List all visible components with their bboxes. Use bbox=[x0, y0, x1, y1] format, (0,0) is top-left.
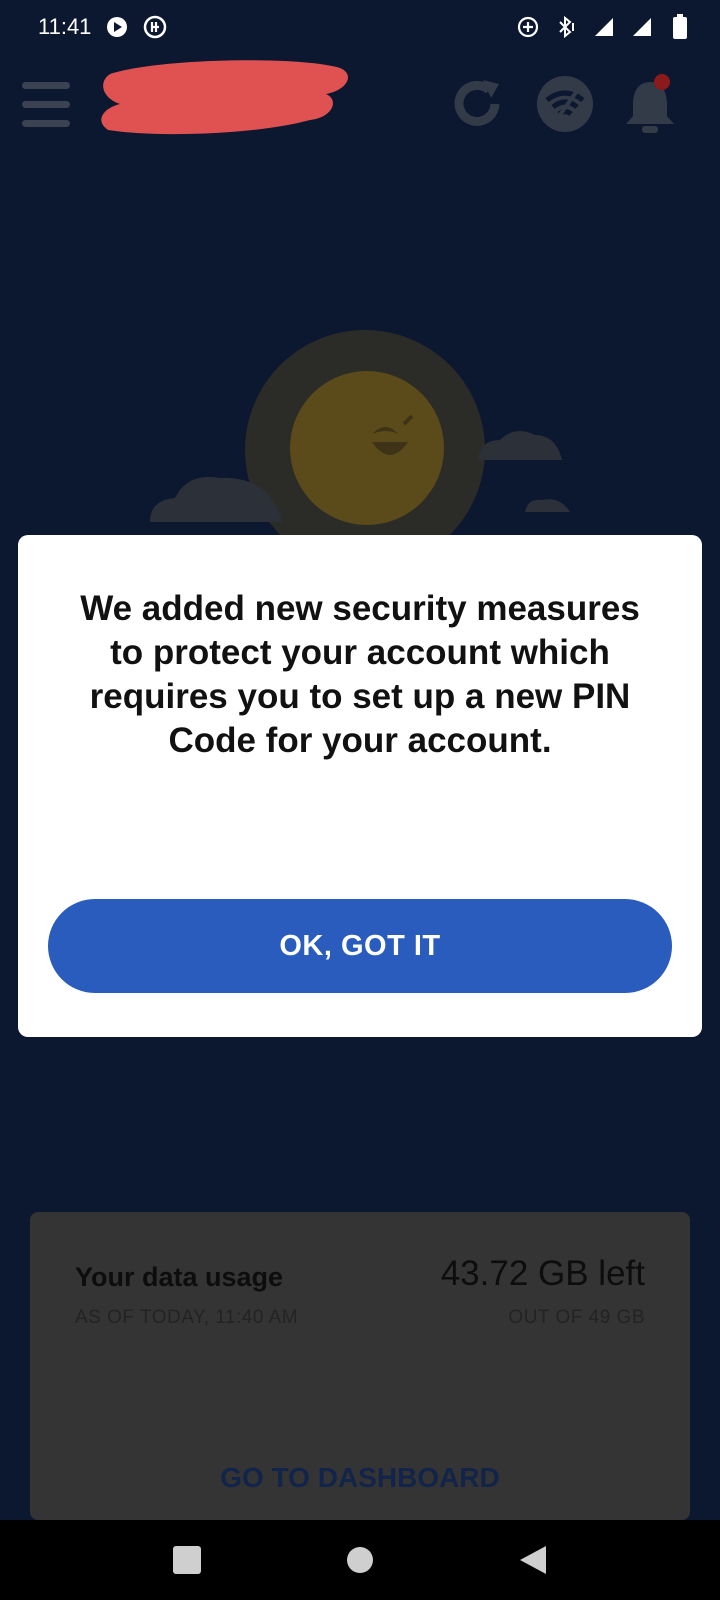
square-icon[interactable] bbox=[163, 1536, 211, 1584]
refresh-icon[interactable] bbox=[447, 74, 507, 134]
dialog-message: We added new security measures to protec… bbox=[80, 589, 640, 760]
circle-icon[interactable] bbox=[336, 1536, 384, 1584]
signal-icon bbox=[630, 15, 654, 39]
redacted-account-name bbox=[100, 60, 352, 140]
wifi-icon[interactable] bbox=[535, 74, 595, 134]
go-to-dashboard-link[interactable]: GO TO DASHBOARD bbox=[30, 1462, 690, 1494]
usage-remaining: 43.72 GB left bbox=[440, 1254, 645, 1293]
back-triangle-icon[interactable] bbox=[509, 1536, 557, 1584]
status-left: 11:41 bbox=[38, 14, 167, 40]
usage-total: OUT OF 49 GB bbox=[508, 1307, 645, 1328]
security-pin-dialog: We added new security measures to protec… bbox=[18, 535, 702, 1037]
ok-got-it-button[interactable]: OK, GOT IT bbox=[48, 899, 672, 993]
sun-illustration bbox=[0, 300, 720, 570]
usage-title: Your data usage bbox=[75, 1262, 284, 1292]
app-notification-icon bbox=[143, 15, 167, 39]
app-header bbox=[0, 60, 720, 150]
battery-icon bbox=[668, 14, 692, 39]
bluetooth-icon bbox=[554, 15, 578, 39]
status-bar: 11:41 bbox=[0, 0, 720, 54]
data-usage-card: Your data usage AS OF TODAY, 11:40 AM 43… bbox=[30, 1212, 690, 1520]
status-right bbox=[516, 14, 692, 39]
status-time: 11:41 bbox=[38, 14, 92, 39]
hamburger-icon[interactable] bbox=[22, 82, 70, 128]
system-nav-bar bbox=[0, 1520, 720, 1600]
usage-as-of: AS OF TODAY, 11:40 AM bbox=[75, 1307, 299, 1328]
bell-icon[interactable] bbox=[620, 74, 680, 134]
notification-dot bbox=[654, 74, 670, 90]
play-icon bbox=[105, 15, 129, 39]
data-saver-icon bbox=[516, 15, 540, 39]
signal-icon bbox=[592, 15, 616, 39]
